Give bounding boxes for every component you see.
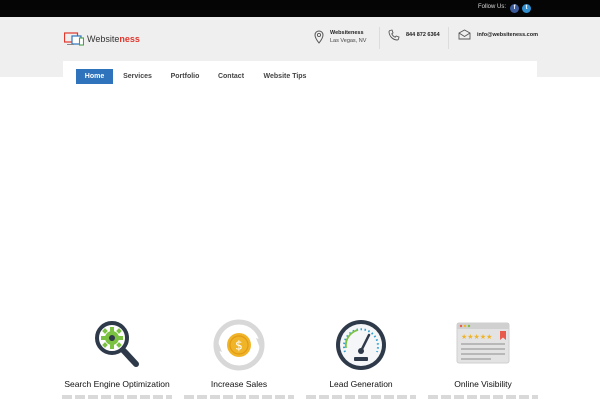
phone-block[interactable]: 844 872 6364 <box>388 29 440 41</box>
feature-title: Increase Sales <box>210 379 268 389</box>
logo-text: Website <box>87 34 120 44</box>
location-pin-icon <box>314 30 324 44</box>
feature-description-fragment <box>62 395 172 399</box>
facebook-icon[interactable]: f <box>510 4 519 13</box>
nav-item-website-tips[interactable]: Website Tips <box>257 69 313 84</box>
feature-description-fragment <box>428 395 538 399</box>
address-block: Websiteness Las Vegas, NV <box>314 29 366 45</box>
twitter-icon[interactable]: t <box>522 4 531 13</box>
main-nav: Home Services Portfolio Contact Website … <box>63 61 537 90</box>
feature-lead-generation[interactable]: Lead Generation <box>306 318 416 399</box>
svg-text:★★★★★: ★★★★★ <box>461 333 492 341</box>
email-block[interactable]: info@websiteness.com <box>458 29 538 40</box>
feature-description-fragment <box>306 395 416 399</box>
email-address: info@websiteness.com <box>477 31 538 38</box>
hero-area <box>0 90 600 310</box>
envelope-icon <box>458 29 471 40</box>
nav-item-services[interactable]: Services <box>117 69 158 84</box>
seo-gear-magnifier-icon <box>95 321 139 367</box>
feature-description-fragment <box>184 395 294 399</box>
address-line-2: Las Vegas, NV <box>330 38 367 44</box>
dollar-coin-cycle-icon: $ <box>213 319 265 371</box>
logo-text-accent: ness <box>119 34 140 44</box>
nav-item-contact[interactable]: Contact <box>211 69 251 84</box>
feature-seo[interactable]: Search Engine Optimization <box>62 318 172 399</box>
browser-rating-icon: ★★★★★ <box>456 322 510 364</box>
feature-title: Lead Generation <box>329 379 393 389</box>
feature-increase-sales[interactable]: $ Increase Sales <box>184 318 294 399</box>
svg-text:$: $ <box>235 339 243 353</box>
phone-icon <box>388 29 400 41</box>
follow-us-label: Follow Us: <box>477 4 506 10</box>
nav-item-portfolio[interactable]: Portfolio <box>164 69 206 84</box>
site-logo[interactable]: Websiteness <box>64 31 140 47</box>
feature-title: Search Engine Optimization <box>64 379 170 389</box>
top-bar: Follow Us: f t <box>0 0 600 17</box>
address-line-1: Websiteness <box>330 30 364 36</box>
feature-online-visibility[interactable]: ★★★★★ Online Visibility <box>428 318 538 399</box>
devices-logo-icon <box>64 32 84 46</box>
nav-item-home[interactable]: Home <box>76 69 113 84</box>
speedometer-icon <box>336 320 386 370</box>
phone-number: 844 872 6364 <box>406 32 440 38</box>
header-divider <box>448 27 449 49</box>
feature-title: Online Visibility <box>454 379 512 389</box>
header-divider <box>379 27 380 49</box>
